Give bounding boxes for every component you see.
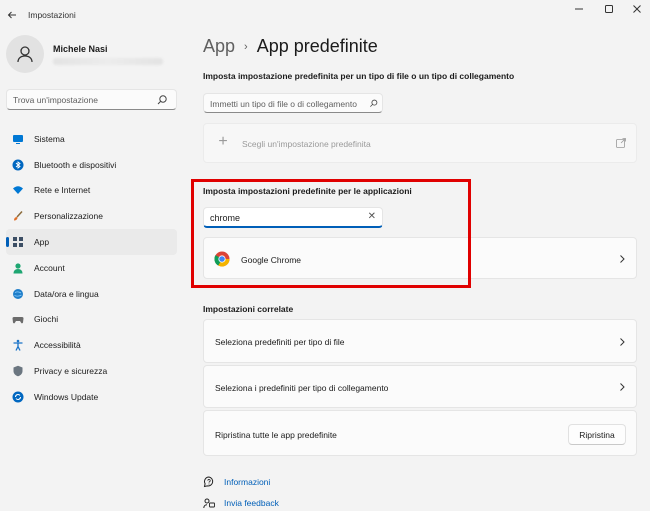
sidebar-item-account[interactable]: Account bbox=[6, 255, 177, 281]
sidebar-item-rete[interactable]: Rete e Internet bbox=[6, 178, 177, 204]
sidebar-item-bluetooth[interactable]: Bluetooth e dispositivi bbox=[6, 152, 177, 178]
chevron-right-icon bbox=[620, 338, 625, 346]
reset-defaults-row: Ripristina tutte le app predefinite Ripr… bbox=[203, 410, 637, 456]
chevron-right-icon bbox=[620, 255, 625, 263]
sidebar-item-label: Sistema bbox=[34, 133, 65, 144]
choose-default-row[interactable]: + Scegli un'impostazione predefinita bbox=[203, 123, 637, 163]
info-link[interactable]: Informazioni bbox=[224, 477, 270, 487]
update-icon bbox=[12, 391, 24, 403]
sidebar-item-accessibilita[interactable]: Accessibilità bbox=[6, 332, 177, 358]
minimize-button[interactable] bbox=[564, 2, 594, 16]
file-type-input[interactable] bbox=[210, 97, 370, 110]
related-item-label: Seleziona predefiniti per tipo di file bbox=[215, 337, 345, 347]
avatar[interactable] bbox=[6, 35, 44, 73]
highlight-box bbox=[191, 179, 471, 288]
help-icon bbox=[203, 476, 215, 488]
wifi-icon bbox=[12, 184, 24, 196]
file-type-section-label: Imposta impostazione predefinita per un … bbox=[203, 71, 515, 81]
settings-search-input[interactable] bbox=[13, 93, 153, 106]
accessibility-icon bbox=[12, 339, 24, 352]
sidebar-item-label: Personalizzazione bbox=[34, 211, 103, 222]
page-title: App predefinite bbox=[256, 36, 378, 56]
close-button[interactable] bbox=[622, 2, 650, 16]
sidebar-item-windows-update[interactable]: Windows Update bbox=[6, 384, 177, 410]
sidebar-item-label: Windows Update bbox=[34, 391, 99, 402]
reset-button[interactable]: Ripristina bbox=[568, 424, 626, 445]
sidebar-item-label: Data/ora e lingua bbox=[34, 288, 99, 299]
shield-icon bbox=[12, 365, 24, 377]
sidebar-item-privacy[interactable]: Privacy e sicurezza bbox=[6, 358, 177, 384]
reset-defaults-label: Ripristina tutte le app predefinite bbox=[215, 430, 337, 440]
sidebar-item-label: Bluetooth e dispositivi bbox=[34, 159, 117, 170]
sidebar-item-label: Giochi bbox=[34, 314, 59, 325]
profile-name: Michele Nasi bbox=[53, 44, 108, 54]
back-arrow-icon bbox=[7, 11, 16, 19]
sidebar-item-label: Account bbox=[34, 262, 65, 273]
sidebar-item-label: Rete e Internet bbox=[34, 185, 91, 196]
title-bar: Impostazioni bbox=[0, 0, 650, 30]
sidebar-item-label: Privacy e sicurezza bbox=[34, 366, 108, 377]
feedback-link-row[interactable]: Invia feedback bbox=[203, 497, 279, 509]
breadcrumb-separator: › bbox=[244, 40, 248, 53]
sidebar-item-label: Accessibilità bbox=[34, 340, 81, 351]
globe-clock-icon bbox=[12, 288, 24, 300]
plus-icon: + bbox=[218, 133, 228, 150]
sidebar-item-app[interactable]: App bbox=[6, 229, 177, 255]
related-item-link-type[interactable]: Seleziona i predefiniti per tipo di coll… bbox=[203, 365, 637, 408]
sidebar-item-giochi[interactable]: Giochi bbox=[6, 307, 177, 333]
sidebar-item-label: App bbox=[34, 237, 50, 248]
file-type-search-box[interactable] bbox=[203, 93, 383, 113]
feedback-link[interactable]: Invia feedback bbox=[224, 498, 279, 508]
settings-search-box[interactable] bbox=[6, 89, 177, 110]
choose-default-label: Scegli un'impostazione predefinita bbox=[242, 139, 371, 149]
person-icon bbox=[17, 46, 33, 63]
maximize-icon bbox=[605, 5, 613, 13]
account-icon bbox=[12, 262, 24, 274]
sidebar-item-sistema[interactable]: Sistema bbox=[6, 126, 177, 152]
gamepad-icon bbox=[12, 313, 24, 325]
window-title: Impostazioni bbox=[28, 10, 76, 20]
related-item-file-type[interactable]: Seleziona predefiniti per tipo di file bbox=[203, 319, 637, 363]
profile-email-blurred bbox=[53, 58, 163, 65]
feedback-icon bbox=[203, 497, 215, 509]
breadcrumb-parent[interactable]: App bbox=[203, 36, 235, 57]
info-link-row[interactable]: Informazioni bbox=[203, 476, 270, 488]
related-settings-label: Impostazioni correlate bbox=[203, 304, 294, 314]
back-button[interactable] bbox=[4, 7, 20, 23]
sidebar-nav: Sistema Bluetooth e dispositivi Rete e I… bbox=[6, 126, 177, 410]
close-icon bbox=[633, 5, 641, 13]
bluetooth-icon bbox=[12, 159, 24, 171]
maximize-button[interactable] bbox=[594, 2, 624, 16]
search-icon bbox=[157, 95, 167, 105]
sidebar-item-data-ora[interactable]: Data/ora e lingua bbox=[6, 281, 177, 307]
related-item-label: Seleziona i predefiniti per tipo di coll… bbox=[215, 383, 389, 393]
monitor-icon bbox=[12, 133, 24, 145]
chevron-right-icon bbox=[620, 383, 625, 391]
sidebar-item-personalizzazione[interactable]: Personalizzazione bbox=[6, 203, 177, 229]
breadcrumb: App › App predefinite bbox=[203, 36, 378, 57]
brush-icon bbox=[12, 210, 24, 222]
external-link-icon bbox=[616, 138, 626, 148]
minimize-icon bbox=[575, 8, 583, 10]
search-icon bbox=[370, 99, 378, 107]
apps-icon bbox=[12, 236, 24, 248]
